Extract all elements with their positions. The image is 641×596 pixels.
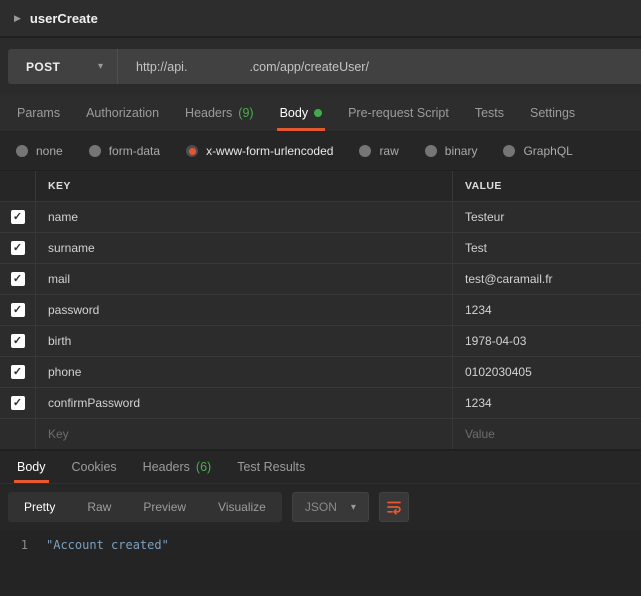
response-tab-cookies[interactable]: Cookies — [59, 451, 130, 483]
url-part-1: http://api. — [136, 59, 188, 74]
value-cell[interactable]: test@caramail.fr — [453, 264, 641, 294]
wrap-text-icon — [387, 501, 401, 515]
table-header-row: KEY VALUE — [0, 171, 641, 201]
radio-graphql[interactable]: GraphQL — [503, 144, 573, 158]
row-checkbox[interactable]: ✓ — [10, 210, 25, 224]
radio-binary[interactable]: binary — [424, 144, 477, 158]
response-tab-test-results[interactable]: Test Results — [224, 451, 318, 483]
radio-icon — [16, 145, 28, 157]
wrap-text-button[interactable] — [378, 492, 409, 522]
response-section: Body Cookies Headers (6) Test Results Pr… — [0, 449, 641, 596]
value-cell[interactable]: 1234 — [453, 295, 641, 325]
view-preview[interactable]: Preview — [127, 492, 202, 522]
column-header-key: KEY — [36, 171, 453, 201]
row-checkbox[interactable]: ✓ — [10, 396, 25, 410]
key-cell[interactable]: birth — [36, 326, 453, 356]
tab-params[interactable]: Params — [4, 94, 73, 131]
url-part-2: .com/app/createUser/ — [249, 59, 369, 74]
urlencoded-kv-table: KEY VALUE ✓ name Testeur ✓ surname Test … — [0, 171, 641, 449]
tab-pre-request-script[interactable]: Pre-request Script — [335, 94, 462, 131]
key-cell[interactable]: confirmPassword — [36, 388, 453, 418]
tab-settings[interactable]: Settings — [517, 94, 588, 131]
value-cell[interactable]: Testeur — [453, 202, 641, 232]
method-select[interactable]: POST ▾ — [8, 49, 118, 84]
response-tab-headers[interactable]: Headers (6) — [130, 451, 225, 483]
value-cell[interactable]: Test — [453, 233, 641, 263]
row-checkbox[interactable]: ✓ — [10, 272, 25, 286]
view-mode-group: Pretty Raw Preview Visualize — [8, 492, 282, 522]
format-select[interactable]: JSON ▾ — [291, 492, 369, 522]
radio-form-data[interactable]: form-data — [88, 144, 160, 158]
radio-none[interactable]: none — [16, 144, 63, 158]
active-tab-underline — [14, 480, 49, 483]
table-row: ✓ password 1234 — [0, 294, 641, 325]
request-title-bar: ▶ userCreate — [0, 0, 641, 38]
row-checkbox[interactable]: ✓ — [10, 365, 25, 379]
response-tab-body[interactable]: Body — [4, 451, 59, 483]
code-line: 1 "Account created" — [0, 537, 641, 554]
header-checkbox-cell — [0, 171, 36, 201]
line-number: 1 — [20, 538, 28, 552]
radio-x-www-form-urlencoded[interactable]: x-www-form-urlencoded — [186, 144, 333, 158]
value-cell[interactable]: 1978-04-03 — [453, 326, 641, 356]
request-tabs: Params Authorization Headers (9) Body Pr… — [0, 94, 641, 132]
value-cell[interactable]: 0102030405 — [453, 357, 641, 387]
table-row: ✓ birth 1978-04-03 — [0, 325, 641, 356]
response-view-toolbar: Pretty Raw Preview Visualize JSON ▾ — [0, 484, 641, 530]
table-row: ✓ name Testeur — [0, 201, 641, 232]
postman-window: ▶ userCreate POST ▾ http://api. .com/app… — [0, 0, 641, 596]
method-label: POST — [26, 59, 61, 74]
view-pretty[interactable]: Pretty — [8, 492, 71, 522]
column-header-value: VALUE — [465, 180, 502, 192]
response-headers-count-badge: (6) — [195, 460, 212, 474]
placeholder-checkbox-cell — [0, 419, 36, 449]
tab-authorization[interactable]: Authorization — [73, 94, 172, 131]
key-input-placeholder[interactable]: Key — [36, 419, 453, 449]
body-type-selector: none form-data x-www-form-urlencoded raw… — [0, 132, 641, 171]
value-cell[interactable]: 1234 — [453, 388, 641, 418]
request-title: userCreate — [29, 10, 98, 26]
radio-icon — [359, 145, 372, 157]
chevron-down-icon: ▾ — [97, 61, 103, 72]
table-placeholder-row: Key Value — [0, 418, 641, 449]
response-body-text: "Account created" — [46, 538, 169, 552]
radio-raw[interactable]: raw — [359, 144, 399, 158]
active-tab-underline — [276, 128, 326, 131]
body-content-dot — [314, 108, 323, 117]
response-tabs: Body Cookies Headers (6) Test Results — [0, 451, 641, 484]
row-checkbox[interactable]: ✓ — [10, 241, 25, 255]
url-builder-section: POST ▾ http://api. .com/app/createUser/ — [0, 38, 641, 94]
collapse-arrow-icon[interactable]: ▶ — [14, 13, 21, 24]
row-checkbox[interactable]: ✓ — [10, 334, 25, 348]
table-row: ✓ phone 0102030405 — [0, 356, 641, 387]
key-cell[interactable]: password — [36, 295, 453, 325]
table-row: ✓ confirmPassword 1234 — [0, 387, 641, 418]
key-cell[interactable]: surname — [36, 233, 453, 263]
radio-icon — [88, 145, 101, 157]
view-raw[interactable]: Raw — [71, 492, 127, 522]
radio-icon — [503, 145, 516, 157]
url-input[interactable]: http://api. .com/app/createUser/ — [118, 49, 641, 84]
response-body-viewer[interactable]: 1 "Account created" — [0, 530, 641, 596]
key-cell[interactable]: name — [36, 202, 453, 232]
view-visualize[interactable]: Visualize — [202, 492, 282, 522]
radio-icon — [424, 145, 437, 157]
value-input-placeholder[interactable]: Value — [453, 419, 641, 449]
tab-tests[interactable]: Tests — [462, 94, 517, 131]
row-checkbox[interactable]: ✓ — [10, 303, 25, 317]
table-row: ✓ surname Test — [0, 232, 641, 263]
chevron-down-icon: ▾ — [350, 501, 356, 513]
table-row: ✓ mail test@caramail.fr — [0, 263, 641, 294]
key-cell[interactable]: mail — [36, 264, 453, 294]
radio-selected-icon — [186, 145, 199, 157]
headers-count-badge: (9) — [238, 105, 254, 120]
tab-headers[interactable]: Headers (9) — [172, 94, 267, 131]
url-builder: POST ▾ http://api. .com/app/createUser/ — [8, 49, 641, 84]
key-cell[interactable]: phone — [36, 357, 453, 387]
tab-body[interactable]: Body — [267, 94, 336, 131]
